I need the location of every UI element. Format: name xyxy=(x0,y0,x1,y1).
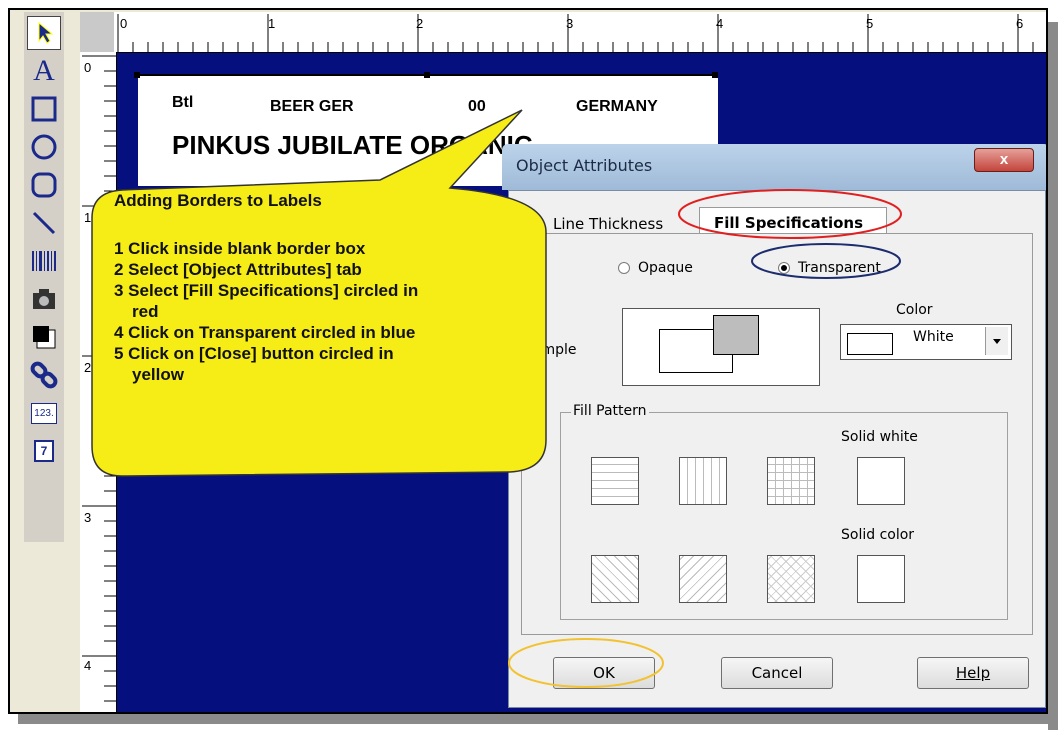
ruler-label: 6 xyxy=(1016,16,1024,31)
opaque-radio[interactable]: Opaque xyxy=(618,260,693,276)
fill-specifications-panel: Opaque Transparent Sample Color White Fi… xyxy=(521,233,1033,635)
date-tool[interactable]: 7 xyxy=(27,434,61,468)
ruler-label: 5 xyxy=(866,16,874,31)
frame-shadow-bottom xyxy=(18,714,1058,724)
tab-fill-specifications-label: Fill Specifications xyxy=(714,214,863,232)
counter-tool[interactable]: 123. xyxy=(27,396,61,430)
ruler-label: 0 xyxy=(120,16,128,31)
callout-step: 2 Select [Object Attributes] tab xyxy=(114,260,362,279)
pattern-diagonal-down[interactable] xyxy=(679,555,727,603)
ruler-label: 3 xyxy=(84,510,92,525)
fill-pattern-group: Fill Pattern Solid white Solid color xyxy=(560,403,1008,620)
fill-pattern-label: Fill Pattern xyxy=(571,403,649,419)
line-tool[interactable] xyxy=(27,206,61,240)
callout-step: 3 Select [Fill Specifications] circled i… xyxy=(114,281,419,300)
dialog-body: Line Thickness Fill Specifications Opaqu… xyxy=(508,190,1046,708)
rounded-rectangle-tool[interactable] xyxy=(27,168,61,202)
pattern-solid-white[interactable] xyxy=(857,457,905,505)
pattern-diagonal-up[interactable] xyxy=(591,555,639,603)
sample-label: Sample xyxy=(524,342,577,358)
arrow-pointer-icon xyxy=(38,21,54,44)
horizontal-ruler: 0 1 2 3 4 5 6 xyxy=(114,12,1046,53)
color-label: Color xyxy=(896,302,933,318)
color-select[interactable]: White xyxy=(840,324,1012,360)
callout-step: 4 Click on Transparent circled in blue xyxy=(114,323,416,342)
tab-line-thickness[interactable]: Line Thickness xyxy=(553,215,663,233)
fill-square-icon xyxy=(33,326,56,349)
label-field-type[interactable]: Btl xyxy=(172,94,193,112)
ruler-corner xyxy=(80,12,114,52)
callout-title: Adding Borders to Labels xyxy=(114,191,322,210)
callout-step: red xyxy=(132,302,159,321)
help-button[interactable]: Help xyxy=(917,657,1029,689)
radio-icon xyxy=(618,262,630,274)
callout-step: 1 Click inside blank border box xyxy=(114,239,366,258)
color-swatch xyxy=(847,333,893,355)
label-product-name[interactable]: PINKUS JUBILATE ORGANIC xyxy=(172,130,533,161)
callout-step: 5 Click on [Close] button circled in xyxy=(114,344,394,363)
color-value: White xyxy=(913,329,954,345)
application-frame: A 123. 7 0 1 2 3 4 5 6 0 1 2 3 4 Btl BEE… xyxy=(8,8,1048,714)
ruler-label: 1 xyxy=(268,16,276,31)
counter-icon: 123. xyxy=(31,402,57,424)
toolbox: A 123. 7 xyxy=(24,12,64,542)
cancel-button[interactable]: Cancel xyxy=(721,657,833,689)
selection-handle[interactable] xyxy=(134,72,140,78)
link-tool[interactable] xyxy=(27,358,61,392)
label-field-code[interactable]: 00 xyxy=(468,98,486,116)
pattern-grid[interactable] xyxy=(767,457,815,505)
rectangle-icon xyxy=(31,96,57,122)
transparent-radio[interactable]: Transparent xyxy=(778,260,881,276)
ruler-label: 1 xyxy=(84,210,92,225)
radio-selected-icon xyxy=(778,262,790,274)
ruler-label: 0 xyxy=(84,60,92,75)
ruler-label: 4 xyxy=(84,658,92,673)
selection-handle[interactable] xyxy=(424,72,430,78)
ok-button[interactable]: OK xyxy=(553,657,655,689)
pattern-solid-color[interactable] xyxy=(857,555,905,603)
transparent-label: Transparent xyxy=(798,260,881,276)
chain-link-icon xyxy=(30,361,58,389)
rectangle-tool[interactable] xyxy=(27,92,61,126)
tab-fill-specifications[interactable]: Fill Specifications xyxy=(699,207,887,236)
frame-shadow-right xyxy=(1048,22,1058,730)
ruler-label: 2 xyxy=(416,16,424,31)
line-icon xyxy=(32,211,56,235)
ruler-label: 2 xyxy=(84,360,92,375)
calendar-icon: 7 xyxy=(33,440,55,462)
barcode-icon xyxy=(32,251,56,271)
solid-color-label: Solid color xyxy=(841,527,915,543)
pattern-crosshatch[interactable] xyxy=(767,555,815,603)
label-field-country[interactable]: GERMANY xyxy=(576,98,658,116)
solid-white-label: Solid white xyxy=(841,429,918,445)
dialog-close-button[interactable]: x xyxy=(974,148,1034,172)
opaque-label: Opaque xyxy=(638,260,693,276)
dialog-title-bar[interactable]: Object Attributes x xyxy=(502,144,1046,190)
sample-front-rect xyxy=(713,315,759,355)
letter-a-icon: A xyxy=(33,54,55,87)
callout-step: yellow xyxy=(132,365,184,384)
pointer-tool[interactable] xyxy=(27,16,61,50)
rounded-rectangle-icon xyxy=(31,172,57,198)
text-tool[interactable]: A xyxy=(27,54,61,88)
pattern-horizontal[interactable] xyxy=(591,457,639,505)
label-field-category[interactable]: BEER GER xyxy=(270,98,354,116)
vertical-ruler: 0 1 2 3 4 xyxy=(80,52,117,712)
ruler-label: 3 xyxy=(566,16,574,31)
image-tool[interactable] xyxy=(27,282,61,316)
pattern-vertical[interactable] xyxy=(679,457,727,505)
selection-handle[interactable] xyxy=(712,72,718,78)
fill-tool[interactable] xyxy=(27,320,61,354)
dialog-title: Object Attributes xyxy=(516,156,653,175)
object-attributes-dialog: Object Attributes x Line Thickness Fill … xyxy=(502,144,1046,712)
close-icon: x xyxy=(999,151,1009,168)
chevron-down-icon xyxy=(993,339,1001,344)
sample-preview xyxy=(622,308,820,386)
ruler-label: 4 xyxy=(716,16,724,31)
color-dropdown-button[interactable] xyxy=(985,327,1008,355)
barcode-tool[interactable] xyxy=(27,244,61,278)
ellipse-icon xyxy=(31,134,57,160)
camera-icon xyxy=(33,289,55,309)
ellipse-tool[interactable] xyxy=(27,130,61,164)
